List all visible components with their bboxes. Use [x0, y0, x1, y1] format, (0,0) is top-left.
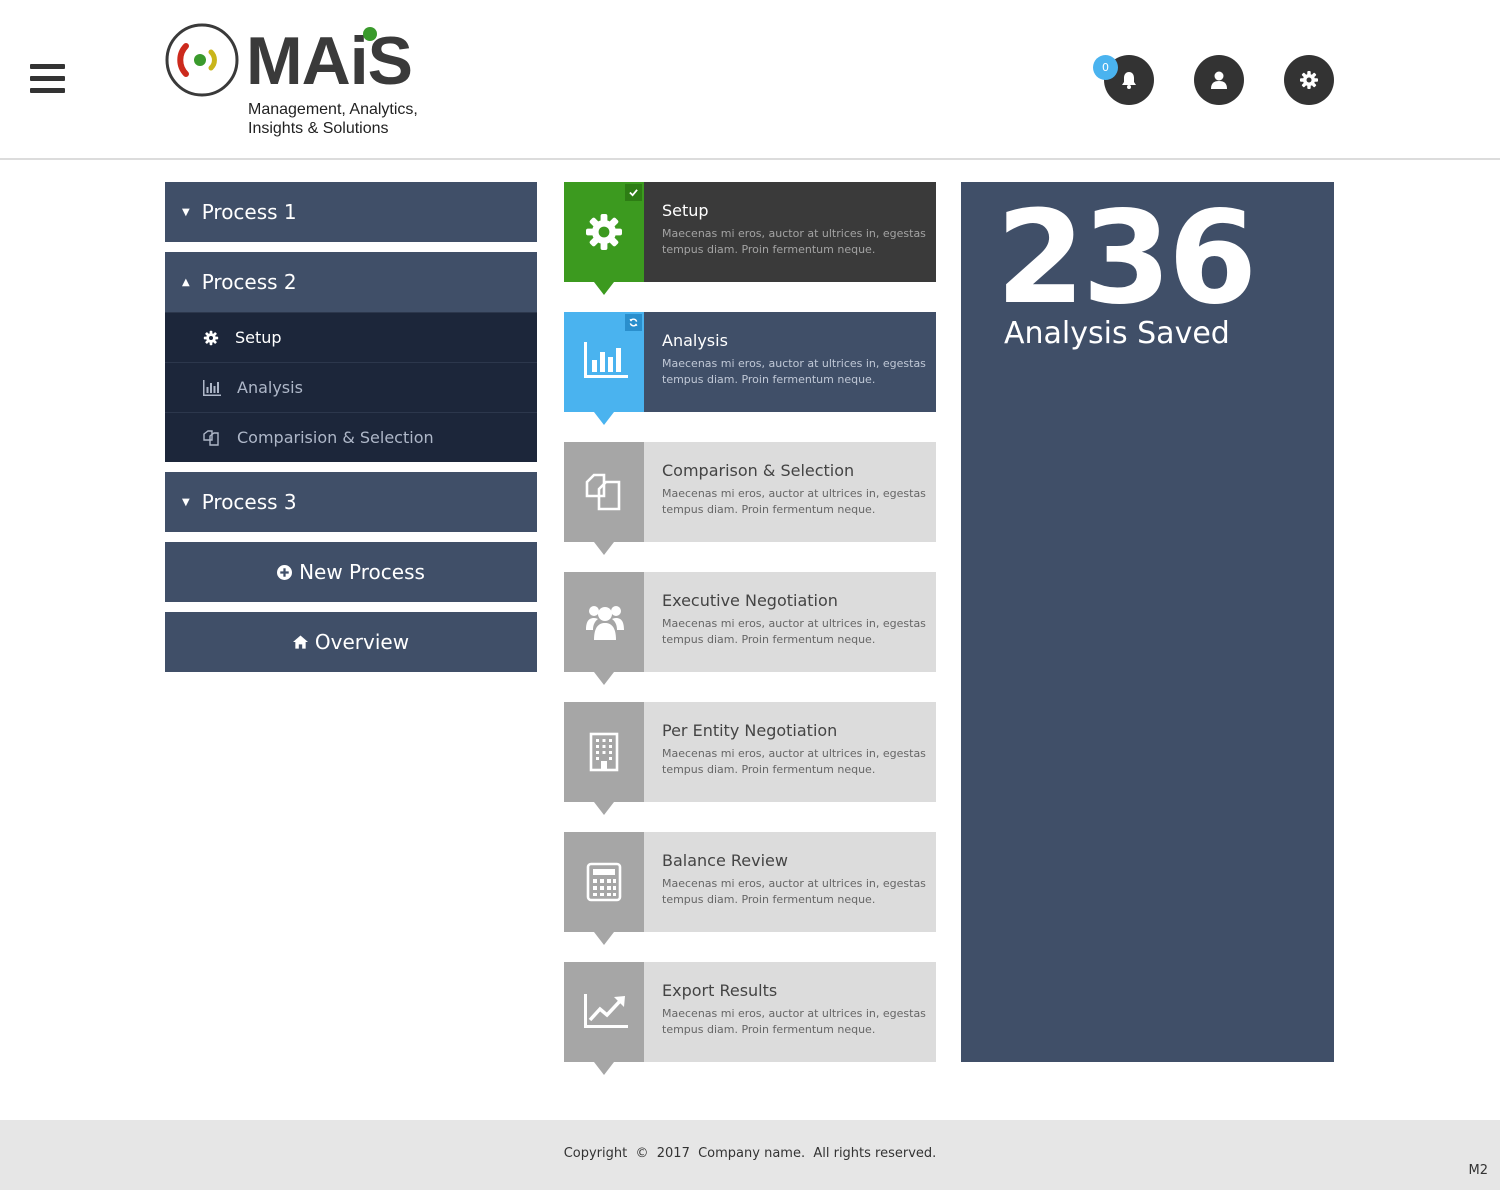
step-description: Maecenas mi eros, auctor at ultrices in,… — [662, 617, 926, 646]
step-per-entity-body: Per Entity Negotiation Maecenas mi eros,… — [644, 702, 936, 802]
overview-button[interactable]: Overview — [165, 612, 537, 672]
caret-up-icon: ▲ — [182, 276, 190, 288]
step-title: Export Results — [662, 981, 778, 1000]
process-2-submenu: Setup Analysis Comparision & Selection — [165, 312, 537, 462]
caret-down-icon: ▼ — [182, 496, 190, 508]
bell-icon — [1122, 72, 1136, 89]
overview-label: Overview — [314, 630, 410, 654]
logo-tagline: Management, Analytics, Insights & Soluti… — [248, 100, 418, 138]
step-export-icon-tile — [564, 962, 644, 1075]
refresh-icon — [629, 318, 638, 327]
settings-button[interactable] — [1284, 55, 1334, 105]
logo-tagline-line-2: Insights & Solutions — [248, 120, 389, 137]
new-process-button[interactable]: New Process — [165, 542, 537, 602]
step-title: Executive Negotiation — [662, 591, 838, 610]
step-description: Maecenas mi eros, auctor at ultrices in,… — [662, 877, 926, 906]
step-description: Maecenas mi eros, auctor at ultrices in,… — [662, 1007, 926, 1036]
step-setup[interactable]: Setup Maecenas mi eros, auctor at ultric… — [564, 182, 936, 295]
step-executive-icon-tile — [564, 572, 644, 685]
logo-wordmark: MAiS — [246, 23, 413, 99]
process-1-label: Process 1 — [201, 200, 297, 224]
caret-down-icon: ▼ — [182, 206, 190, 218]
logo-dot — [363, 27, 377, 41]
logo[interactable]: MAiS Management, Analytics, Insights & S… — [164, 22, 444, 142]
sidebar-process-3[interactable]: ▼ Process 3 — [165, 472, 537, 532]
sidebar-item-setup[interactable]: Setup — [165, 312, 537, 362]
step-description: Maecenas mi eros, auctor at ultrices in,… — [662, 227, 926, 256]
step-per-entity-negotiation[interactable]: Per Entity Negotiation Maecenas mi eros,… — [564, 702, 936, 815]
step-setup-body: Setup Maecenas mi eros, auctor at ultric… — [644, 182, 936, 282]
footer: Copyright © 2017 Company name. All right… — [0, 1120, 1500, 1190]
sidebar-item-analysis[interactable]: Analysis — [165, 362, 537, 412]
users-icon — [586, 606, 624, 640]
step-balance-review[interactable]: Balance Review Maecenas mi eros, auctor … — [564, 832, 936, 945]
sidebar-process-1[interactable]: ▼ Process 1 — [165, 182, 537, 242]
step-executive-negotiation[interactable]: Executive Negotiation Maecenas mi eros, … — [564, 572, 936, 685]
step-balance-body: Balance Review Maecenas mi eros, auctor … — [644, 832, 936, 932]
process-3-label: Process 3 — [201, 490, 297, 514]
step-description: Maecenas mi eros, auctor at ultrices in,… — [662, 357, 926, 386]
bar-chart-icon — [203, 379, 221, 396]
user-icon — [1211, 71, 1227, 89]
process-2-label: Process 2 — [201, 270, 297, 294]
step-analysis[interactable]: Analysis Maecenas mi eros, auctor at ult… — [564, 312, 936, 425]
step-title: Per Entity Negotiation — [662, 721, 838, 740]
process-3-header[interactable]: ▼ Process 3 — [165, 472, 537, 532]
step-status-corner — [625, 184, 642, 201]
building-icon — [589, 732, 619, 772]
analysis-saved-label: Analysis Saved — [1004, 316, 1230, 351]
version-label: M2 — [1468, 1163, 1489, 1178]
plus-circle-icon — [277, 564, 293, 580]
step-description: Maecenas mi eros, auctor at ultrices in,… — [662, 747, 926, 776]
sidebar-item-setup-label: Setup — [235, 328, 282, 347]
gear-icon — [586, 214, 622, 250]
gear-icon — [203, 330, 219, 345]
step-description: Maecenas mi eros, auctor at ultrices in,… — [662, 487, 926, 516]
step-title: Comparison & Selection — [662, 461, 855, 480]
logo-mark-icon — [165, 23, 239, 97]
step-executive-body: Executive Negotiation Maecenas mi eros, … — [644, 572, 936, 672]
step-title: Analysis — [662, 331, 728, 350]
step-comparison-icon-tile — [564, 442, 644, 555]
step-analysis-body: Analysis Maecenas mi eros, auctor at ult… — [644, 312, 936, 412]
copy-icon — [203, 429, 219, 446]
sidebar-item-comparision-selection[interactable]: Comparision & Selection — [165, 412, 537, 462]
menu-icon[interactable] — [30, 64, 65, 94]
header: MAiS Management, Analytics, Insights & S… — [0, 0, 1500, 160]
step-setup-icon-tile — [564, 182, 644, 295]
logo-tagline-line-1: Management, Analytics, — [248, 101, 418, 118]
process-2-header[interactable]: ▲ Process 2 — [165, 252, 537, 312]
gear-icon — [1300, 71, 1318, 89]
step-balance-icon-tile — [564, 832, 644, 945]
step-export-body: Export Results Maecenas mi eros, auctor … — [644, 962, 936, 1062]
sidebar-process-2: ▲ Process 2 Setup Analysis Comparision &… — [165, 252, 537, 462]
check-icon — [629, 189, 638, 197]
calculator-icon — [586, 862, 622, 902]
step-per-entity-icon-tile — [564, 702, 644, 815]
notification-count-badge: 0 — [1093, 55, 1118, 80]
new-process-label: New Process — [299, 560, 425, 584]
analysis-saved-panel: 236 Analysis Saved — [961, 182, 1334, 1062]
step-comparison-body: Comparison & Selection Maecenas mi eros,… — [644, 442, 936, 542]
home-icon — [292, 635, 308, 649]
copy-icon — [585, 473, 621, 511]
copyright-text: Copyright © 2017 Company name. All right… — [563, 1146, 937, 1161]
step-comparison-selection[interactable]: Comparison & Selection Maecenas mi eros,… — [564, 442, 936, 555]
sidebar-item-comparision-selection-label: Comparision & Selection — [237, 428, 434, 447]
user-profile-button[interactable] — [1194, 55, 1244, 105]
step-title: Setup — [662, 201, 709, 220]
step-status-corner — [625, 314, 642, 331]
step-title: Balance Review — [662, 851, 788, 870]
bar-chart-icon — [584, 342, 628, 378]
process-1-header[interactable]: ▼ Process 1 — [165, 182, 537, 242]
sidebar-item-analysis-label: Analysis — [237, 378, 303, 397]
line-chart-icon — [584, 994, 628, 1028]
step-export-results[interactable]: Export Results Maecenas mi eros, auctor … — [564, 962, 936, 1075]
analysis-saved-count: 236 — [996, 184, 1257, 333]
step-analysis-icon-tile — [564, 312, 644, 425]
